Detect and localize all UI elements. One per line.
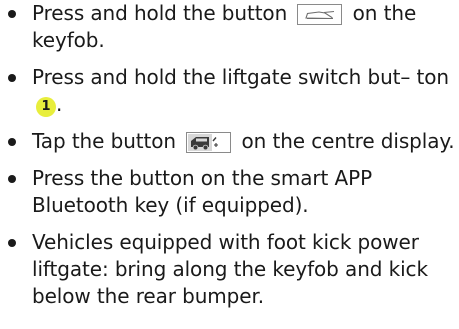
- callout-badge: 1: [36, 97, 56, 117]
- item-text-before: Tap the button: [32, 129, 183, 153]
- list-item-centre-display: Tap the button on the centre display.: [0, 128, 459, 155]
- item-text-after: on the centre display.: [235, 129, 455, 153]
- bullet-icon: [8, 10, 16, 18]
- list-item-bluetooth-key: Press the button on the smart APP Blueto…: [0, 165, 459, 219]
- bullet-icon: [8, 239, 16, 247]
- item-text: Vehicles equipped with foot kick power l…: [32, 230, 428, 308]
- item-text-after: .: [56, 92, 63, 116]
- bullet-icon: [8, 138, 16, 146]
- bullet-icon: [8, 175, 16, 183]
- car-trunk-icon: [297, 4, 343, 25]
- instruction-list: Press and hold the button on the keyfob.…: [0, 0, 459, 310]
- list-item-liftgate-switch: Press and hold the liftgate switch but– …: [0, 64, 459, 118]
- car-tailgate-open-icon: [186, 132, 232, 153]
- list-item-keyfob: Press and hold the button on the keyfob.: [0, 0, 459, 54]
- item-text: Press the button on the smart APP Blueto…: [32, 166, 373, 217]
- item-text-before: Press and hold the liftgate switch but– …: [32, 65, 450, 89]
- list-item-foot-kick: Vehicles equipped with foot kick power l…: [0, 229, 459, 310]
- item-text-before: Press and hold the button: [32, 1, 294, 25]
- bullet-icon: [8, 74, 16, 82]
